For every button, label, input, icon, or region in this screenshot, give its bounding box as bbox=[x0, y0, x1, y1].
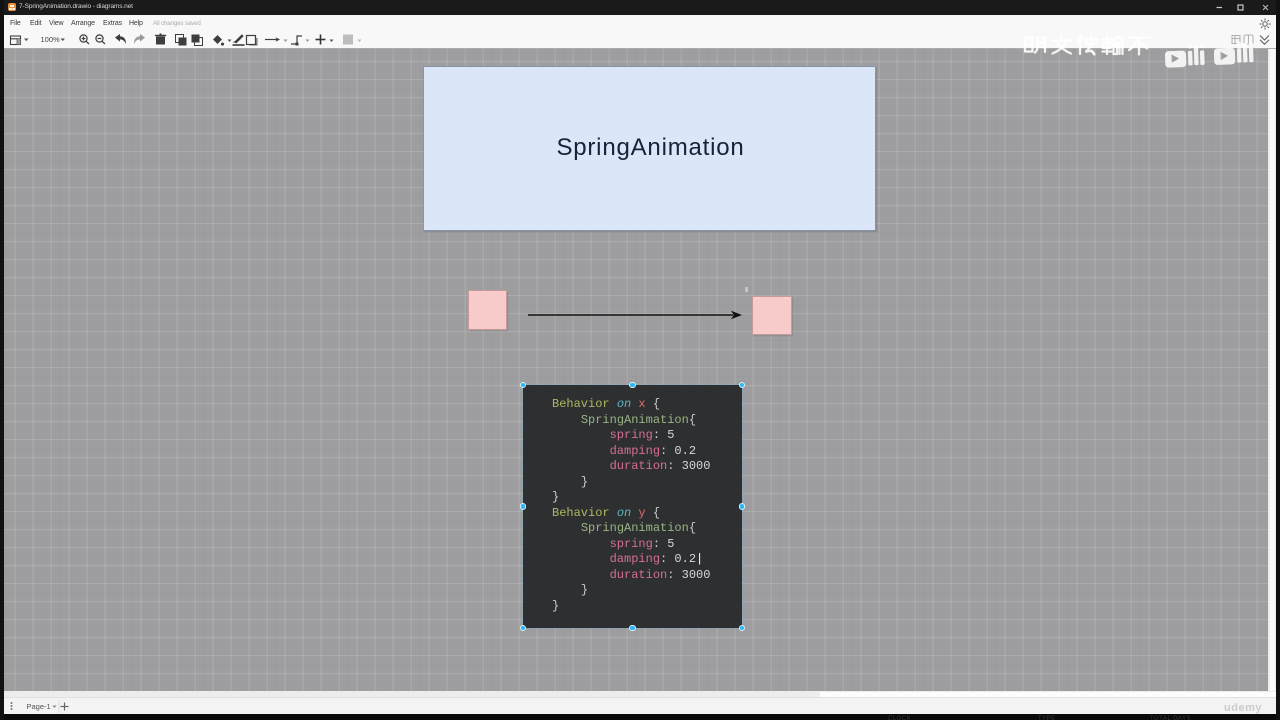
svg-text:100%: 100% bbox=[41, 35, 61, 44]
svg-text:Page-1: Page-1 bbox=[27, 702, 51, 711]
